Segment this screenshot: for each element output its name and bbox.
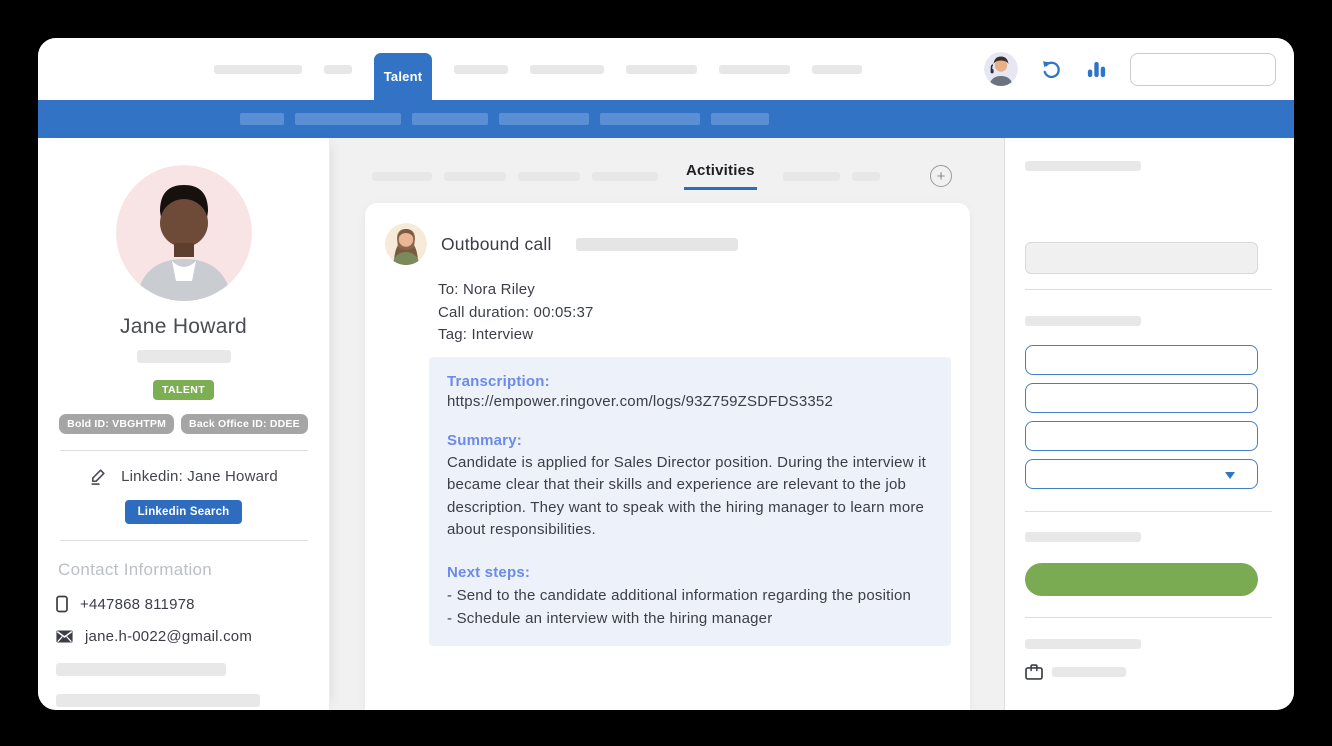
next-steps-label: Next steps: bbox=[447, 564, 933, 581]
search-input[interactable] bbox=[1130, 53, 1276, 86]
divider bbox=[1025, 511, 1272, 512]
call-tag: Tag: Interview bbox=[438, 324, 946, 347]
screenshot-frame: Talent bbox=[0, 0, 1332, 746]
tab-placeholder[interactable] bbox=[372, 172, 432, 181]
disabled-field bbox=[1025, 242, 1258, 274]
top-navigation: Talent bbox=[38, 38, 1294, 100]
email-address: jane.h-0022@gmail.com bbox=[85, 628, 252, 645]
activity-title: Outbound call bbox=[441, 234, 552, 255]
summary-text: Candidate is applied for Sales Director … bbox=[447, 452, 933, 542]
add-activity-button[interactable]: + bbox=[930, 165, 952, 187]
main-nav: Talent bbox=[214, 38, 862, 100]
subnav-placeholder[interactable] bbox=[499, 113, 589, 125]
nav-placeholder[interactable] bbox=[324, 65, 352, 74]
talent-badge: TALENT bbox=[153, 380, 214, 400]
form-dropdown[interactable] bbox=[1025, 459, 1258, 489]
divider bbox=[60, 540, 308, 541]
call-duration: Call duration: 00:05:37 bbox=[438, 302, 946, 325]
divider bbox=[60, 450, 308, 451]
tab-placeholder[interactable] bbox=[592, 172, 658, 181]
summary-label: Summary: bbox=[447, 432, 933, 449]
subnav-placeholder[interactable] bbox=[295, 113, 401, 125]
caller-avatar bbox=[385, 223, 427, 265]
bold-id-badge: Bold ID: VBGHTPM bbox=[59, 414, 174, 434]
next-step-item: - Schedule an interview with the hiring … bbox=[447, 607, 933, 630]
subnav-placeholder[interactable] bbox=[412, 113, 488, 125]
back-office-id-badge: Back Office ID: DDEE bbox=[181, 414, 308, 434]
placeholder-bar bbox=[137, 350, 231, 363]
placeholder-bar bbox=[1025, 316, 1141, 326]
nav-placeholder[interactable] bbox=[719, 65, 790, 74]
app-window: Talent bbox=[38, 38, 1294, 710]
nav-placeholder[interactable] bbox=[530, 65, 604, 74]
call-details: To: Nora Riley Call duration: 00:05:37 T… bbox=[438, 279, 946, 347]
briefcase-icon bbox=[1025, 664, 1043, 680]
call-to: To: Nora Riley bbox=[438, 279, 946, 302]
subnav-placeholder[interactable] bbox=[240, 113, 284, 125]
form-input-1[interactable] bbox=[1025, 345, 1258, 375]
placeholder-bar bbox=[1025, 161, 1141, 171]
phone-number: +447868 811978 bbox=[80, 596, 195, 613]
sub-navigation bbox=[38, 100, 1294, 138]
linkedin-label: Linkedin: Jane Howard bbox=[121, 468, 278, 485]
chevron-down-icon bbox=[1225, 472, 1235, 479]
subnav-placeholder[interactable] bbox=[600, 113, 700, 125]
nav-tab-talent[interactable]: Talent bbox=[374, 53, 432, 100]
call-summary-note: Transcription: https://empower.ringover.… bbox=[429, 357, 951, 646]
nav-placeholder[interactable] bbox=[812, 65, 862, 74]
transcription-link[interactable]: https://empower.ringover.com/logs/93Z759… bbox=[447, 393, 933, 410]
subnav-placeholder[interactable] bbox=[711, 113, 769, 125]
main-panel: Activities + bbox=[330, 138, 1004, 710]
profile-photo bbox=[116, 165, 252, 301]
placeholder-bar bbox=[1052, 667, 1126, 677]
tab-placeholder[interactable] bbox=[783, 172, 840, 181]
nav-placeholder[interactable] bbox=[454, 65, 508, 74]
divider bbox=[1025, 289, 1272, 290]
placeholder-bar bbox=[56, 694, 260, 707]
analytics-icon[interactable] bbox=[1085, 58, 1108, 81]
primary-action-button[interactable] bbox=[1025, 563, 1258, 596]
candidate-name: Jane Howard bbox=[120, 315, 247, 339]
linkedin-search-button[interactable]: Linkedin Search bbox=[125, 500, 243, 524]
placeholder-bar bbox=[1025, 639, 1141, 649]
placeholder-bar bbox=[56, 663, 226, 676]
phone-icon bbox=[56, 595, 68, 613]
tab-activities[interactable]: Activities bbox=[684, 162, 757, 190]
agent-avatar[interactable] bbox=[984, 52, 1018, 86]
content-tabs: Activities + bbox=[372, 162, 1004, 190]
email-icon bbox=[56, 630, 73, 643]
form-input-3[interactable] bbox=[1025, 421, 1258, 451]
details-sidebar bbox=[1004, 138, 1294, 710]
form-input-2[interactable] bbox=[1025, 383, 1258, 413]
placeholder-bar bbox=[1025, 532, 1141, 542]
next-step-item: - Send to the candidate additional infor… bbox=[447, 584, 933, 607]
nav-placeholder[interactable] bbox=[214, 65, 302, 74]
edit-pencil-icon[interactable] bbox=[89, 467, 108, 486]
profile-sidebar: Jane Howard TALENT Bold ID: VBGHTPM Back… bbox=[38, 138, 330, 710]
activity-card: Outbound call To: Nora Riley Call durati… bbox=[365, 203, 970, 710]
placeholder-bar bbox=[576, 238, 738, 251]
tab-placeholder[interactable] bbox=[444, 172, 506, 181]
contact-information-heading: Contact Information bbox=[38, 560, 329, 580]
refresh-icon[interactable] bbox=[1040, 58, 1063, 81]
divider bbox=[1025, 617, 1272, 618]
transcription-label: Transcription: bbox=[447, 373, 933, 390]
tab-placeholder[interactable] bbox=[852, 172, 880, 181]
nav-placeholder[interactable] bbox=[626, 65, 697, 74]
tab-placeholder[interactable] bbox=[518, 172, 580, 181]
